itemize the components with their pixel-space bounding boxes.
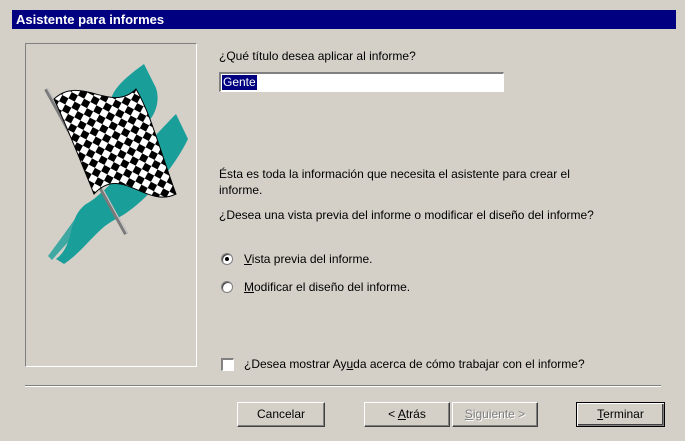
info-text-line2: informe. xyxy=(219,183,263,197)
radio-selected-dot xyxy=(225,257,229,261)
title-prompt-label: ¿Qué título desea aplicar al informe? xyxy=(219,49,416,63)
preview-report-label-text: ista previa del informe. xyxy=(251,252,373,266)
preview-question-label: ¿Desea una vista previa del informe o mo… xyxy=(219,208,594,222)
finish-button-label: Terminar xyxy=(597,407,644,421)
modify-design-label[interactable]: Modificar el diseño del informe. xyxy=(244,280,410,294)
modify-design-label-text: odificar el diseño del informe. xyxy=(254,280,411,294)
window-title: Asistente para informes xyxy=(16,12,165,27)
back-button-label: < Atrás xyxy=(388,407,426,421)
cancel-button-label: Cancelar xyxy=(256,407,306,421)
show-help-post: da acerca de cómo trabajar con el inform… xyxy=(353,357,585,371)
next-button-label: Siguiente > xyxy=(464,407,526,421)
modify-design-radio[interactable] xyxy=(221,281,233,293)
report-wizard-window: Asistente para informes ¿Qué título dese… xyxy=(0,0,685,441)
finish-button[interactable]: Terminar xyxy=(576,402,665,427)
show-help-pre: ¿Desea mostrar Ay xyxy=(244,357,347,371)
report-title-input[interactable]: Gente xyxy=(219,72,504,92)
report-title-value: Gente xyxy=(222,75,257,90)
wizard-image-panel xyxy=(25,43,197,367)
title-bar: Asistente para informes xyxy=(12,10,676,29)
preview-report-radio[interactable] xyxy=(221,253,233,265)
next-button[interactable]: Siguiente > xyxy=(452,402,538,427)
footer-separator xyxy=(25,385,661,387)
preview-report-label[interactable]: Vista previa del informe. xyxy=(244,252,373,266)
info-text-line1: Ésta es toda la información que necesita… xyxy=(219,167,570,181)
cancel-button[interactable]: Cancelar xyxy=(237,402,325,427)
checkered-flag-icon xyxy=(44,64,188,264)
back-button[interactable]: < Atrás xyxy=(364,402,450,427)
show-help-checkbox[interactable] xyxy=(221,358,234,371)
show-help-label[interactable]: ¿Desea mostrar Ayuda acerca de cómo trab… xyxy=(244,357,585,371)
